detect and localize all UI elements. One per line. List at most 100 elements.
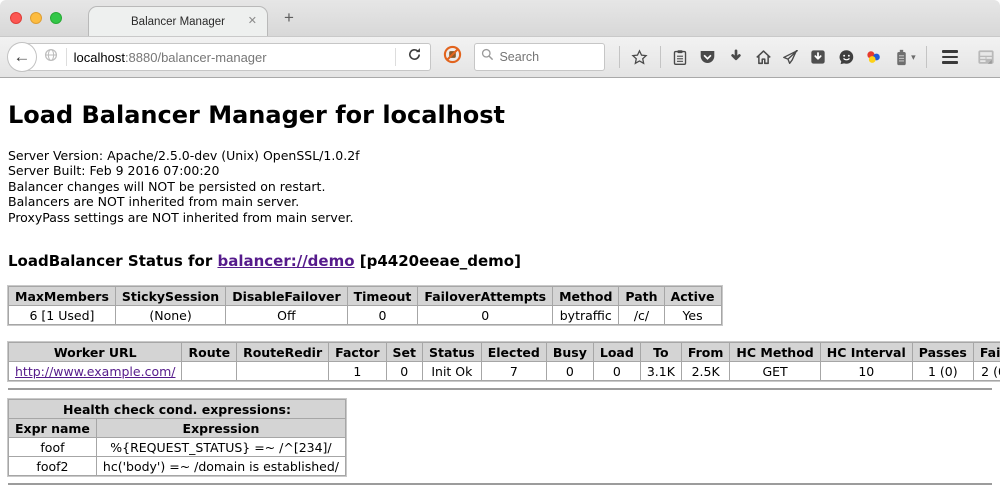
cell-set: 0 (386, 362, 422, 381)
tab-close-icon[interactable]: ✕ (248, 14, 257, 27)
col-to: To (640, 343, 681, 362)
cell-expr-name: foof2 (9, 457, 97, 476)
table-row: foof %{REQUEST_STATUS} =~ /^[234]/ (9, 438, 346, 457)
menu-icon[interactable] (937, 43, 965, 71)
notes-grid-icon[interactable] (972, 43, 1000, 71)
cell-factor: 1 (329, 362, 386, 381)
multi-color-dots-icon[interactable] (860, 43, 888, 71)
col-from: From (681, 343, 730, 362)
cell-hc-method: GET (730, 362, 820, 381)
col-hc-interval: HC Interval (820, 343, 912, 362)
cell-failoverattempts: 0 (418, 306, 553, 325)
col-method: Method (553, 287, 619, 306)
url-text[interactable]: localhost:8880/balancer-manager (74, 50, 394, 65)
cell-busy: 0 (546, 362, 593, 381)
cell-fails: 2 (0) (973, 362, 1000, 381)
tab-title: Balancer Manager (131, 16, 225, 28)
table-header-row: Worker URL Route RouteRedir Factor Set S… (9, 343, 1000, 362)
search-input[interactable] (499, 50, 595, 64)
toolbar-separator (926, 46, 927, 68)
col-factor: Factor (329, 343, 386, 362)
cell-from: 2.5K (681, 362, 730, 381)
search-bar[interactable] (474, 43, 604, 71)
persist-warning-line: Balancer changes will NOT be persisted o… (8, 179, 992, 194)
page-title: Load Balancer Manager for localhost (8, 78, 992, 129)
inherit-warning-line: Balancers are NOT inherited from main se… (8, 194, 992, 209)
col-expression: Expression (96, 419, 345, 438)
reload-icon[interactable] (407, 47, 422, 67)
bookmark-star-icon[interactable] (626, 43, 654, 71)
cell-status: Init Ok (423, 362, 482, 381)
bottom-divider (8, 483, 992, 485)
cell-path: /c/ (619, 306, 664, 325)
cell-passes: 1 (0) (912, 362, 973, 381)
col-stickysession: StickySession (115, 287, 225, 306)
table-row: http://www.example.com/ 1 0 Init Ok 7 0 … (9, 362, 1000, 381)
col-active: Active (664, 287, 721, 306)
server-version-line: Server Version: Apache/2.5.0-dev (Unix) … (8, 148, 992, 163)
tab-balancer-manager[interactable]: Balancer Manager ✕ (88, 6, 268, 36)
cell-expression: %{REQUEST_STATUS} =~ /^[234]/ (96, 438, 345, 457)
cell-load: 0 (593, 362, 640, 381)
toolbar-separator (660, 46, 661, 68)
col-path: Path (619, 287, 664, 306)
url-host: localhost (74, 50, 125, 65)
url-divider-right (395, 48, 396, 66)
cell-active: Yes (664, 306, 721, 325)
titlebar: Balancer Manager ✕ + (0, 0, 1000, 36)
home-icon[interactable] (749, 43, 777, 71)
server-built-line: Server Built: Feb 9 2016 07:00:20 (8, 163, 992, 178)
url-bar[interactable]: localhost:8880/balancer-manager (23, 43, 432, 71)
url-path: :8880/balancer-manager (125, 50, 267, 65)
cell-hc-interval: 10 (820, 362, 912, 381)
col-hc-method: HC Method (730, 343, 820, 362)
cell-route (182, 362, 237, 381)
col-failoverattempts: FailoverAttempts (418, 287, 553, 306)
window-minimize-button[interactable] (30, 12, 42, 24)
cell-routeredir (237, 362, 329, 381)
addon-download-icon[interactable] (805, 43, 833, 71)
reading-list-icon[interactable] (667, 43, 695, 71)
col-disablefailover: DisableFailover (226, 287, 347, 306)
col-elected: Elected (481, 343, 546, 362)
back-button[interactable]: ← (7, 42, 37, 72)
window-zoom-button[interactable] (50, 12, 62, 24)
worker-url-link[interactable]: http://www.example.com/ (15, 364, 175, 379)
cell-expr-name: foof (9, 438, 97, 457)
table-header-row: MaxMembers StickySession DisableFailover… (9, 287, 722, 306)
dropdown-caret-icon[interactable]: ▾ (911, 52, 916, 63)
status-prefix: LoadBalancer Status for (8, 252, 217, 270)
status-suffix: [p4420eeae_demo] (355, 252, 521, 270)
pocket-icon[interactable] (694, 43, 722, 71)
cell-elected: 7 (481, 362, 546, 381)
col-load: Load (593, 343, 640, 362)
new-tab-button[interactable]: + (278, 8, 300, 28)
window-close-button[interactable] (10, 12, 22, 24)
balancer-status-table: MaxMembers StickySession DisableFailover… (8, 286, 722, 325)
table-header-row: Expr name Expression (9, 419, 346, 438)
cell-disablefailover: Off (226, 306, 347, 325)
cell-expression: hc('body') =~ /domain is established/ (96, 457, 345, 476)
window-controls (10, 12, 62, 24)
col-fails: Fails (973, 343, 1000, 362)
col-set: Set (386, 343, 422, 362)
download-arrow-icon[interactable] (722, 43, 750, 71)
cell-timeout: 0 (347, 306, 418, 325)
flash-blocked-icon[interactable] (443, 45, 462, 69)
site-identity-globe-icon[interactable] (44, 48, 58, 67)
table-title-row: Health check cond. expressions: (9, 400, 346, 419)
col-maxmembers: MaxMembers (9, 287, 116, 306)
balancer-demo-link[interactable]: balancer://demo (217, 252, 354, 270)
cell-maxmembers: 6 [1 Used] (9, 306, 116, 325)
col-route: Route (182, 343, 237, 362)
feedback-smiley-icon[interactable] (832, 43, 860, 71)
cell-stickysession: (None) (115, 306, 225, 325)
col-worker-url: Worker URL (9, 343, 182, 362)
navigation-toolbar: ← localhost:8880/balancer-manager (0, 36, 1000, 78)
col-routeredir: RouteRedir (237, 343, 329, 362)
proxypass-warning-line: ProxyPass settings are NOT inherited fro… (8, 210, 992, 225)
health-check-table: Health check cond. expressions: Expr nam… (8, 399, 346, 476)
col-busy: Busy (546, 343, 593, 362)
search-icon (481, 48, 494, 66)
send-icon[interactable] (777, 43, 805, 71)
